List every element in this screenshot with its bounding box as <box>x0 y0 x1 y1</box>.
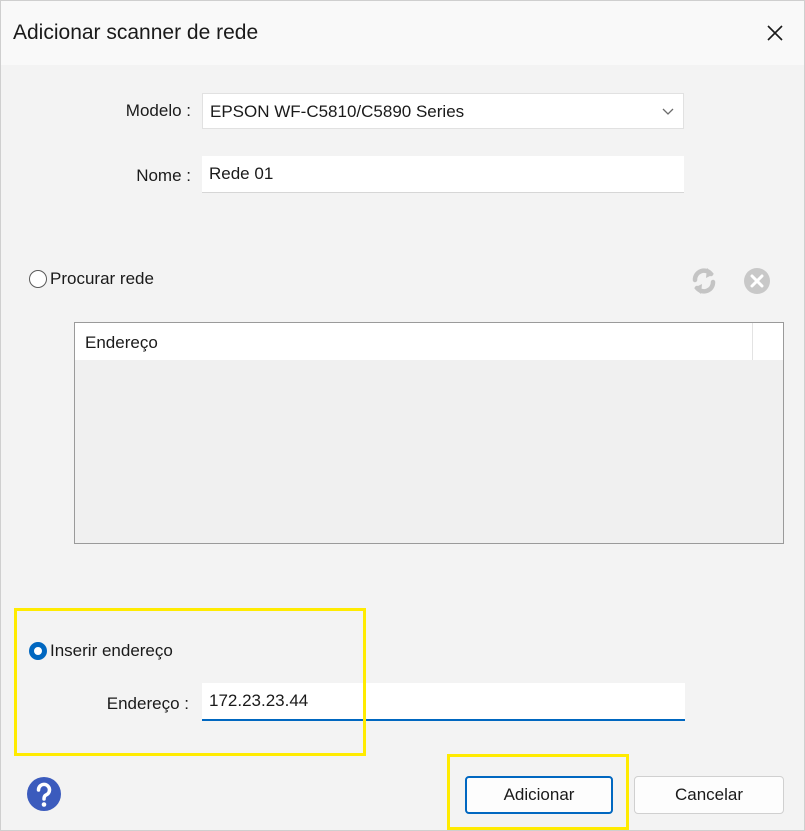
help-button[interactable] <box>26 776 62 812</box>
search-network-option[interactable]: Procurar rede <box>29 269 154 289</box>
network-address-list[interactable]: Endereço <box>74 322 784 544</box>
name-label: Nome : <box>136 166 191 185</box>
add-network-scanner-dialog: Adicionar scanner de rede Modelo : EPSON… <box>0 0 805 831</box>
close-button[interactable] <box>757 15 793 51</box>
dialog-title: Adicionar scanner de rede <box>13 21 259 44</box>
title-bar: Adicionar scanner de rede <box>1 1 804 65</box>
column-separator <box>752 323 753 360</box>
enter-address-radio[interactable] <box>29 642 47 660</box>
refresh-button[interactable] <box>686 263 722 299</box>
help-icon <box>27 777 61 811</box>
add-button[interactable]: Adicionar <box>465 776 613 814</box>
stop-search-button[interactable] <box>739 263 775 299</box>
enter-address-label: Inserir endereço <box>50 641 173 660</box>
close-icon <box>767 25 783 41</box>
cancel-button[interactable]: Cancelar <box>634 776 784 814</box>
name-input[interactable] <box>202 156 684 193</box>
stop-icon <box>744 268 770 294</box>
refresh-icon <box>692 268 716 294</box>
address-label: Endereço : <box>106 694 189 713</box>
search-network-label: Procurar rede <box>50 269 154 288</box>
chevron-down-icon <box>662 108 674 115</box>
highlight-enter-address <box>14 608 366 756</box>
list-column-address[interactable]: Endereço <box>85 333 158 353</box>
enter-address-option[interactable]: Inserir endereço <box>29 641 173 661</box>
model-select[interactable]: EPSON WF-C5810/C5890 Series <box>202 93 684 129</box>
model-select-value: EPSON WF-C5810/C5890 Series <box>210 102 465 121</box>
list-header: Endereço <box>75 323 783 360</box>
address-input[interactable] <box>202 683 685 721</box>
model-label: Modelo : <box>125 101 191 120</box>
search-network-radio[interactable] <box>29 270 47 288</box>
